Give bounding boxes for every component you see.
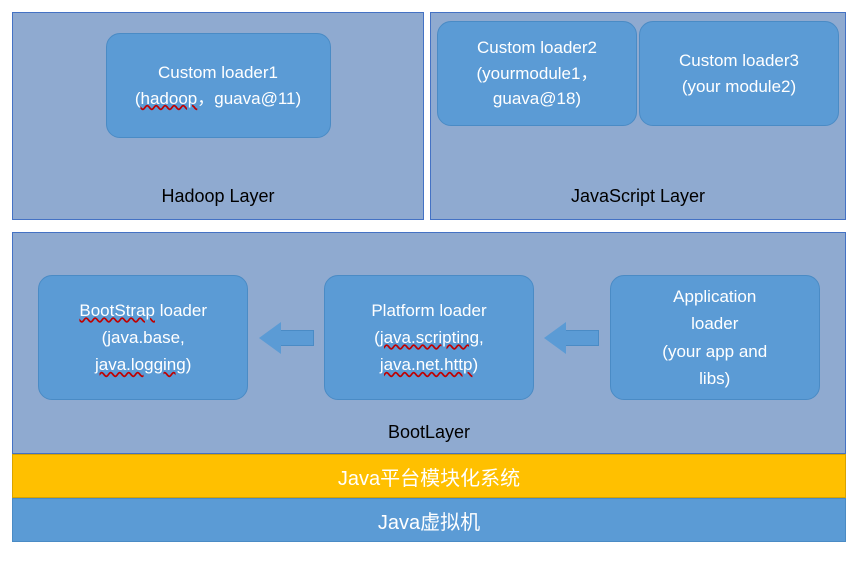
application-loader-line2: loader <box>691 310 738 337</box>
custom-loader3-line2: (your module2) <box>682 74 796 100</box>
custom-loader2-box: Custom loader2 (yourmodule1， guava@18) <box>437 21 637 126</box>
javascript-layer-box: Custom loader2 (yourmodule1， guava@18) C… <box>430 12 846 220</box>
platform-loader-line3: java.net.http) <box>380 351 478 378</box>
bootstrap-loader-line3: java.logging) <box>95 351 191 378</box>
custom-loader3-title: Custom loader3 <box>679 48 799 74</box>
platform-loader-line2: (java.scripting, <box>374 324 484 351</box>
arrow-body-icon <box>564 330 599 346</box>
boot-layer-label: BootLayer <box>13 422 845 453</box>
custom-loader1-detail: (hadoop，guava@11) <box>135 86 301 112</box>
custom-loader3-box: Custom loader3 (your module2) <box>639 21 839 126</box>
hadoop-layer-box: Custom loader1 (hadoop，guava@11) Hadoop … <box>12 12 424 220</box>
bootstrap-loader-title: BootStrap loader <box>79 297 207 324</box>
platform-loader-box: Platform loader (java.scripting, java.ne… <box>324 275 534 400</box>
bootstrap-loader-box: BootStrap loader (java.base, java.loggin… <box>38 275 248 400</box>
javascript-layer-label: JavaScript Layer <box>431 186 845 219</box>
java-platform-module-bar: Java平台模块化系统 <box>12 454 846 498</box>
custom-loader2-title: Custom loader2 <box>477 35 597 61</box>
boot-modules-row: BootStrap loader (java.base, java.loggin… <box>13 233 845 422</box>
java-jvm-bar: Java虚拟机 <box>12 498 846 542</box>
boot-section: BootStrap loader (java.base, java.loggin… <box>12 232 846 542</box>
arrow-head-icon <box>544 322 566 354</box>
bootstrap-loader-line2: (java.base, <box>102 324 185 351</box>
arrow-body-icon <box>279 330 314 346</box>
platform-loader-title: Platform loader <box>371 297 486 324</box>
custom-loader1-box: Custom loader1 (hadoop，guava@11) <box>106 33 331 138</box>
application-loader-line3: (your app and <box>662 338 767 365</box>
arrow-left-1 <box>259 323 314 353</box>
application-loader-line4: libs) <box>699 365 730 392</box>
hadoop-layer-label: Hadoop Layer <box>161 186 274 219</box>
application-loader-box: Application loader (your app and libs) <box>610 275 820 400</box>
custom-loader1-title: Custom loader1 <box>158 60 278 86</box>
js-modules-row: Custom loader2 (yourmodule1， guava@18) C… <box>431 13 845 126</box>
custom-loader2-line3: guava@18) <box>493 86 581 112</box>
arrow-left-2 <box>544 323 599 353</box>
top-layers-row: Custom loader1 (hadoop，guava@11) Hadoop … <box>12 12 846 220</box>
application-loader-line1: Application <box>673 283 756 310</box>
custom-loader2-line2: (yourmodule1， <box>477 61 598 87</box>
boot-layer-box: BootStrap loader (java.base, java.loggin… <box>12 232 846 454</box>
arrow-head-icon <box>259 322 281 354</box>
